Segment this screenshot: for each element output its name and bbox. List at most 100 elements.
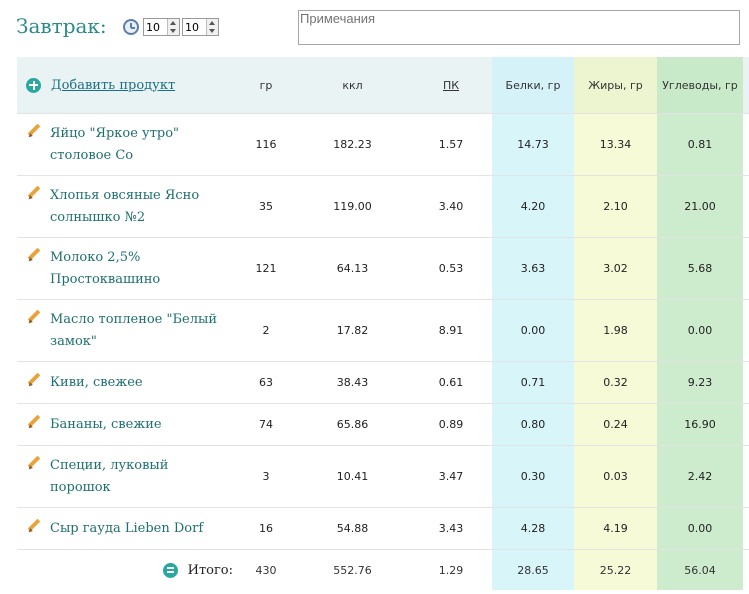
total-row: Итого: 430 552.76 1.29 28.65 25.22 56.04 (17, 549, 749, 590)
header-kcal: ккл (295, 57, 410, 114)
total-kcal: 552.76 (295, 549, 410, 590)
hours-spin-buttons[interactable] (167, 19, 179, 35)
cell-fat: 0.24 (574, 403, 657, 446)
cell-carbs: 16.90 (657, 403, 743, 446)
table-header: Добавить продукт гр ккл ПК Белки, гр Жир… (17, 57, 749, 114)
hours-input[interactable] (146, 20, 167, 34)
total-carbs: 56.04 (657, 549, 743, 590)
pencil-icon[interactable] (27, 248, 41, 262)
cell-pk: 0.53 (410, 237, 492, 300)
product-name[interactable]: Сыр гауда Lieben Dorf (50, 518, 203, 540)
plus-circle-icon[interactable] (26, 77, 41, 93)
cell-gr: 74 (237, 403, 295, 446)
total-label-cell: Итого: (17, 549, 237, 590)
cell-protein: 0.00 (492, 299, 574, 362)
cell-kcal: 38.43 (295, 361, 410, 404)
cell-pk: 3.40 (410, 175, 492, 238)
cell-kcal: 54.88 (295, 507, 410, 550)
cell-fat: 3.02 (574, 237, 657, 300)
cell-gr: 35 (237, 175, 295, 238)
cell-kcal: 119.00 (295, 175, 410, 238)
cell-fat: 0.32 (574, 361, 657, 404)
cell-protein: 3.63 (492, 237, 574, 300)
header-gr: гр (237, 57, 295, 114)
cell-pk: 1.57 (410, 113, 492, 176)
total-pk: 1.29 (410, 549, 492, 590)
cell-carbs: 5.68 (657, 237, 743, 300)
notes-field[interactable] (298, 10, 740, 45)
pencil-icon[interactable] (27, 310, 41, 324)
hours-up-arrow-icon[interactable] (168, 19, 179, 27)
product-name[interactable]: Киви, свежее (50, 372, 143, 394)
hours-down-arrow-icon[interactable] (168, 27, 179, 35)
pencil-icon[interactable] (27, 186, 41, 200)
cell-protein: 0.80 (492, 403, 574, 446)
pencil-icon[interactable] (27, 456, 41, 470)
product-name[interactable]: Масло топленое "Белый замок" (50, 309, 220, 353)
header-pk: ПК (410, 57, 492, 114)
header-protein: Белки, гр (492, 57, 574, 114)
cell-pk: 3.43 (410, 507, 492, 550)
add-product-link[interactable]: Добавить продукт (51, 78, 175, 93)
cell-pk: 8.91 (410, 299, 492, 362)
pencil-icon[interactable] (27, 415, 41, 429)
total-gr: 430 (237, 549, 295, 590)
cell-protein: 4.20 (492, 175, 574, 238)
cell-kcal: 64.13 (295, 237, 410, 300)
hours-stepper[interactable] (143, 18, 180, 36)
cell-gr: 116 (237, 113, 295, 176)
equals-icon (162, 562, 178, 578)
pencil-icon[interactable] (27, 373, 41, 387)
product-name[interactable]: Молоко 2,5% Простоквашино (50, 247, 170, 291)
pencil-icon[interactable] (27, 519, 41, 533)
minutes-up-arrow-icon[interactable] (207, 19, 218, 27)
cell-kcal: 17.82 (295, 299, 410, 362)
minutes-input[interactable] (185, 20, 206, 34)
cell-kcal: 65.86 (295, 403, 410, 446)
product-name[interactable]: Специи, луковый порошок (50, 455, 180, 499)
cell-kcal: 182.23 (295, 113, 410, 176)
header-carbs: Углеводы, гр (657, 57, 743, 114)
product-name[interactable]: Хлопья овсяные Ясно солнышко №2 (50, 185, 205, 229)
table-row: Специи, луковый порошок 3 10.41 3.47 0.3… (17, 445, 749, 508)
minutes-stepper[interactable] (182, 18, 219, 36)
cell-fat: 2.10 (574, 175, 657, 238)
cell-pk: 3.47 (410, 445, 492, 508)
cell-gr: 2 (237, 299, 295, 362)
cell-fat: 0.03 (574, 445, 657, 508)
cell-pk: 0.61 (410, 361, 492, 404)
cell-carbs: 0.00 (657, 299, 743, 362)
cell-carbs: 0.00 (657, 507, 743, 550)
cell-gr: 63 (237, 361, 295, 404)
cell-gr: 16 (237, 507, 295, 550)
cell-carbs: 9.23 (657, 361, 743, 404)
cell-gr: 121 (237, 237, 295, 300)
cell-protein: 0.30 (492, 445, 574, 508)
add-product-cell: Добавить продукт (17, 57, 237, 114)
table-row: Сыр гауда Lieben Dorf 16 54.88 3.43 4.28… (17, 507, 749, 550)
product-name[interactable]: Бананы, свежие (50, 414, 162, 436)
table-row: Молоко 2,5% Простоквашино 121 64.13 0.53… (17, 237, 749, 300)
cell-fat: 4.19 (574, 507, 657, 550)
total-protein: 28.65 (492, 549, 574, 590)
pencil-icon[interactable] (27, 124, 41, 138)
header-extra (743, 57, 749, 114)
cell-fat: 13.34 (574, 113, 657, 176)
table-row: Киви, свежее 63 38.43 0.61 0.71 0.32 9.2… (17, 361, 749, 404)
cell-carbs: 21.00 (657, 175, 743, 238)
minutes-spin-buttons[interactable] (206, 19, 218, 35)
cell-protein: 14.73 (492, 113, 574, 176)
food-table: Добавить продукт гр ккл ПК Белки, гр Жир… (17, 57, 749, 590)
table-row: Яйцо "Яркое утро" столовое Со 116 182.23… (17, 113, 749, 176)
cell-pk: 0.89 (410, 403, 492, 446)
cell-gr: 3 (237, 445, 295, 508)
minutes-down-arrow-icon[interactable] (207, 27, 218, 35)
cell-protein: 4.28 (492, 507, 574, 550)
header-pk-label[interactable]: ПК (443, 79, 459, 92)
cell-carbs: 2.42 (657, 445, 743, 508)
cell-kcal: 10.41 (295, 445, 410, 508)
product-name[interactable]: Яйцо "Яркое утро" столовое Со (50, 123, 200, 167)
header-fat: Жиры, гр (574, 57, 657, 114)
total-fat: 25.22 (574, 549, 657, 590)
table-row: Масло топленое "Белый замок" 2 17.82 8.9… (17, 299, 749, 362)
